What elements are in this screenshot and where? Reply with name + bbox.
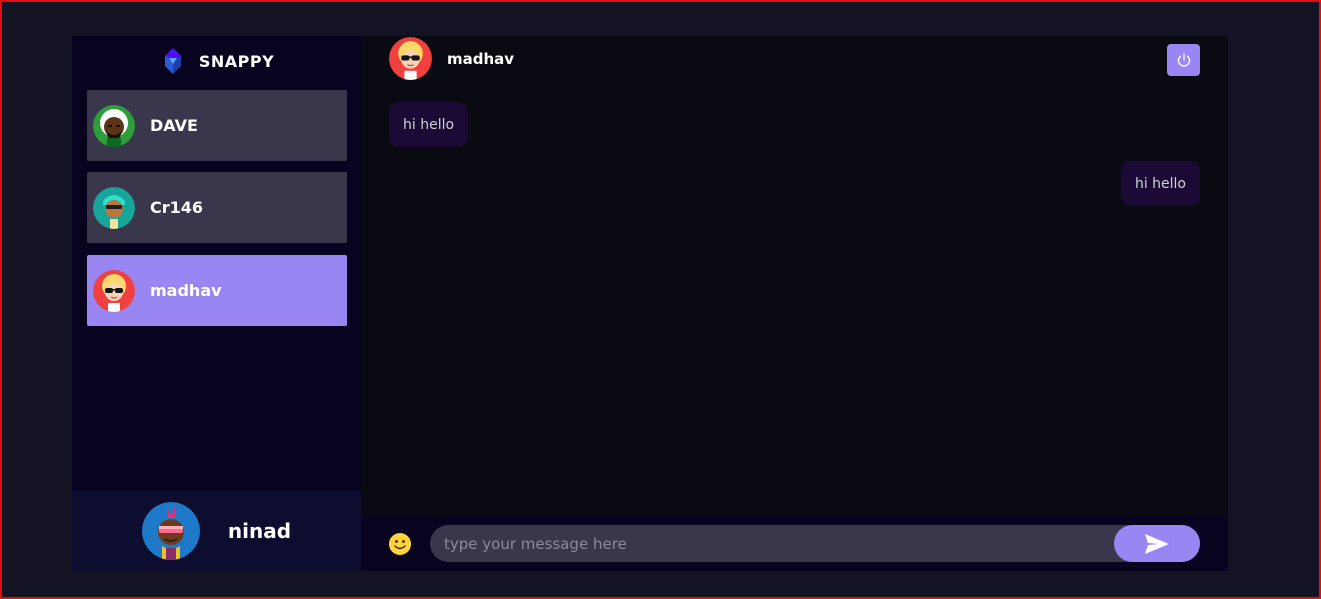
avatar-madhav-icon (93, 269, 135, 312)
chat-panel: madhav hi hello hi hello (361, 36, 1228, 571)
emoji-smiley-icon[interactable] (388, 532, 412, 556)
contacts-sidebar: SNAPPY DAVE Cr146 madhav ninad (72, 36, 361, 571)
avatar-madhav-icon (389, 37, 432, 80)
chat-app: SNAPPY DAVE Cr146 madhav ninad madhav hi… (72, 36, 1228, 571)
contact-item-madhav[interactable]: madhav (87, 255, 347, 326)
contact-name: DAVE (150, 116, 198, 135)
message-input-bar (361, 516, 1228, 571)
message-input[interactable] (430, 525, 1110, 562)
message-sent: hi hello (1120, 161, 1200, 206)
avatar-ninad-icon (141, 502, 200, 560)
contact-item-dave[interactable]: DAVE (87, 90, 347, 161)
contact-item-cr146[interactable]: Cr146 (87, 172, 347, 243)
message-received: hi hello (389, 102, 469, 147)
avatar-dave-icon (93, 104, 135, 147)
message-input-container (430, 525, 1200, 562)
contact-name: Cr146 (150, 198, 204, 217)
snappy-logo-icon (164, 48, 181, 74)
avatar-cr146-icon (93, 186, 135, 229)
current-user-panel: ninad (72, 491, 361, 571)
power-icon (1177, 53, 1190, 67)
brand-name: SNAPPY (198, 51, 275, 71)
send-icon (1145, 533, 1169, 554)
chat-header: madhav (361, 36, 1228, 81)
current-user-name: ninad (227, 519, 292, 543)
send-button[interactable] (1114, 525, 1200, 562)
chat-contact-name: madhav (447, 49, 515, 68)
logout-button[interactable] (1167, 44, 1200, 76)
brand: SNAPPY (72, 46, 361, 76)
contact-name: madhav (150, 281, 222, 300)
